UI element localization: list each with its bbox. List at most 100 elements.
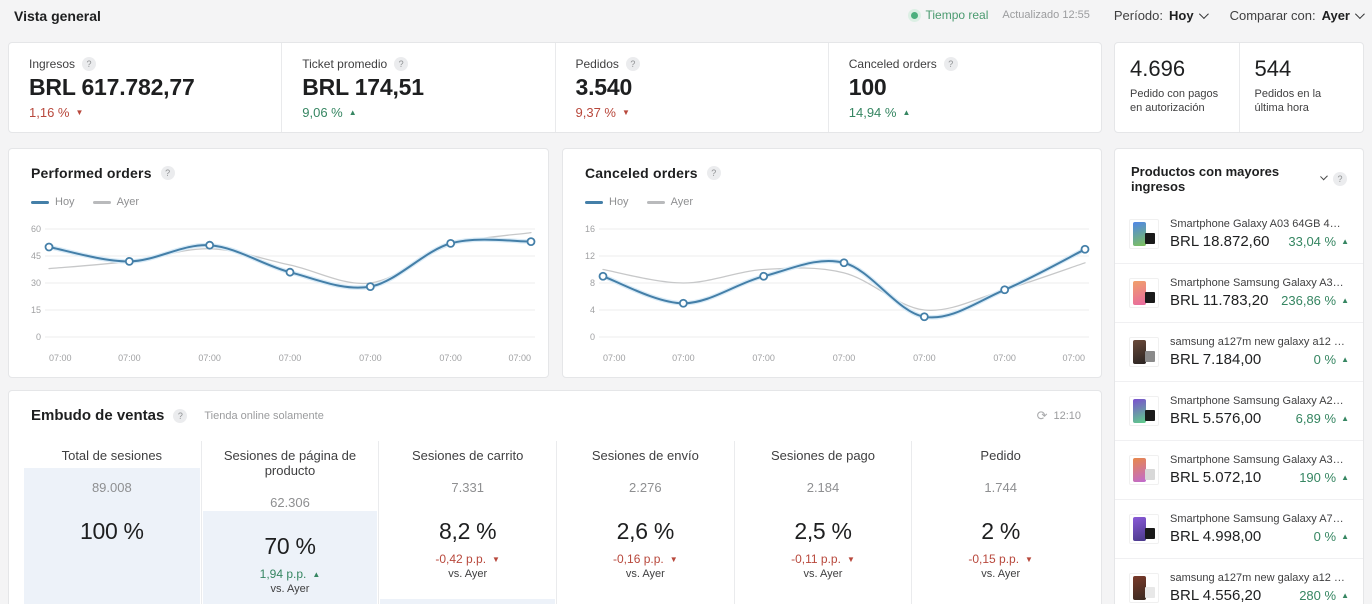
chart-legend: Hoy Ayer xyxy=(31,196,139,208)
product-text: Smartphone Samsung Galaxy A32 12…BRL 11.… xyxy=(1170,277,1349,309)
kpi-label: Pedidos xyxy=(576,57,619,71)
arrow-up-icon: ▲ xyxy=(1341,532,1349,541)
svg-text:07:00: 07:00 xyxy=(913,353,936,363)
funnel-step-delta: -0,11 p.p.▼ xyxy=(735,552,912,566)
legend-label: Ayer xyxy=(671,196,693,208)
arrow-down-icon: ▼ xyxy=(847,555,855,564)
help-icon[interactable]: ? xyxy=(944,57,958,71)
arrow-up-icon: ▲ xyxy=(349,108,357,117)
help-icon[interactable]: ? xyxy=(82,57,96,71)
sales-funnel-card: Embudo de ventas ? Tienda online solamen… xyxy=(8,390,1102,604)
arrow-up-icon: ▲ xyxy=(1341,237,1349,246)
product-delta: 190 %▲ xyxy=(1299,470,1349,485)
svg-text:4: 4 xyxy=(590,305,595,315)
svg-text:07:00: 07:00 xyxy=(752,353,775,363)
product-list-item[interactable]: Smartphone Samsung Galaxy A22 12…BRL 5.5… xyxy=(1115,381,1363,440)
kpi-canceled-orders: Canceled orders?10014,94 %▲ xyxy=(828,43,1101,132)
funnel-vs-label: vs. Ayer xyxy=(202,583,379,595)
performed-orders-line-chart: 01530456007:0007:0007:0007:0007:0007:000… xyxy=(19,221,539,371)
help-icon[interactable]: ? xyxy=(1333,172,1347,186)
product-list-item[interactable]: Smartphone Samsung Galaxy A32 12…BRL 11.… xyxy=(1115,263,1363,322)
legend-item-ayer[interactable]: Ayer xyxy=(93,196,139,208)
arrow-down-icon: ▼ xyxy=(622,108,630,117)
arrow-down-icon: ▼ xyxy=(670,555,678,564)
chevron-down-icon[interactable] xyxy=(1320,172,1328,180)
period-select[interactable]: Hoy xyxy=(1169,8,1206,23)
funnel-step-percentage: 2,5 % xyxy=(735,518,912,545)
product-delta: 0 %▲ xyxy=(1314,352,1349,367)
funnel-columns: Total de sesiones89.008100 % Sesiones de … xyxy=(23,441,1089,604)
product-delta-value: 6,89 % xyxy=(1296,411,1336,426)
legend-item-hoy[interactable]: Hoy xyxy=(585,196,629,208)
funnel-step-content: Pedido1.7442 %-0,15 p.p.▼vs. Ayer xyxy=(912,441,1089,580)
help-icon[interactable]: ? xyxy=(707,166,721,180)
product-thumbnail xyxy=(1129,396,1159,426)
svg-text:07:00: 07:00 xyxy=(118,353,141,363)
svg-text:45: 45 xyxy=(31,251,41,261)
svg-text:07:00: 07:00 xyxy=(508,353,531,363)
product-thumbnail xyxy=(1129,455,1159,485)
product-text: Smartphone Samsung Galaxy A32 12…BRL 5.0… xyxy=(1170,454,1349,486)
product-list-item[interactable]: samsung a127m new galaxy a12 64gb…BRL 7.… xyxy=(1115,322,1363,381)
kpi-delta-value: 14,94 % xyxy=(849,105,897,120)
product-list-item[interactable]: Smartphone Samsung Galaxy A32 12…BRL 5.0… xyxy=(1115,440,1363,499)
product-revenue: BRL 5.576,00 xyxy=(1170,410,1261,427)
legend-item-hoy[interactable]: Hoy xyxy=(31,196,75,208)
help-icon[interactable]: ? xyxy=(173,409,187,423)
product-list-item[interactable]: Smartphone Galaxy A03 64GB 4G Wi-…BRL 18… xyxy=(1115,204,1363,263)
funnel-vs-label: vs. Ayer xyxy=(912,568,1089,580)
svg-text:60: 60 xyxy=(31,224,41,234)
kpi-label: Ticket promedio xyxy=(302,57,387,71)
funnel-step: Sesiones de envío2.2762,6 %-0,16 p.p.▼vs… xyxy=(556,441,734,604)
product-list-item[interactable]: Smartphone Samsung Galaxy A72, C…BRL 4.9… xyxy=(1115,499,1363,558)
product-row: BRL 18.872,6033,04 %▲ xyxy=(1170,233,1349,250)
product-name: samsung a127m new galaxy a12 64gb… xyxy=(1170,572,1349,584)
product-text: Smartphone Galaxy A03 64GB 4G Wi-…BRL 18… xyxy=(1170,218,1349,250)
funnel-step-content: Total de sesiones89.008100 % xyxy=(23,441,201,545)
funnel-step-delta: -0,42 p.p.▼ xyxy=(379,552,556,566)
product-delta-value: 236,86 % xyxy=(1281,293,1336,308)
side-stat-label: Pedidos en la última hora xyxy=(1255,87,1349,115)
svg-text:07:00: 07:00 xyxy=(603,353,626,363)
kpi-value: 100 xyxy=(849,74,1081,101)
funnel-step-sessions: 89.008 xyxy=(23,480,201,495)
kpi-delta: 9,06 % ▲ xyxy=(302,105,534,120)
side-stats-card: 4.696Pedido con pagos en autorización544… xyxy=(1114,42,1364,133)
help-icon[interactable]: ? xyxy=(161,166,175,180)
product-name: Smartphone Samsung Galaxy A72, C… xyxy=(1170,513,1349,525)
arrow-up-icon: ▲ xyxy=(902,108,910,117)
chevron-down-icon xyxy=(1355,9,1365,19)
funnel-step-percentage: 8,2 % xyxy=(379,518,556,545)
legend-dash-icon xyxy=(93,201,111,204)
top-products-card: Productos con mayores ingresos ? Smartph… xyxy=(1114,148,1364,604)
compare-select[interactable]: Ayer xyxy=(1322,8,1362,23)
legend-dash-icon xyxy=(647,201,665,204)
funnel-step-sessions: 1.744 xyxy=(912,480,1089,495)
legend-item-ayer[interactable]: Ayer xyxy=(647,196,693,208)
arrow-down-icon: ▼ xyxy=(1025,555,1033,564)
help-icon[interactable]: ? xyxy=(394,57,408,71)
funnel-step: Pedido1.7442 %-0,15 p.p.▼vs. Ayer xyxy=(911,441,1089,604)
side-stat-value: 544 xyxy=(1255,56,1349,82)
product-accessory-icon xyxy=(1145,233,1155,244)
top-products-title: Productos con mayores ingresos xyxy=(1131,164,1312,194)
svg-text:0: 0 xyxy=(36,332,41,342)
chart-legend: Hoy Ayer xyxy=(585,196,693,208)
product-list-item[interactable]: samsung a127m new galaxy a12 64gb…BRL 4.… xyxy=(1115,558,1363,604)
realtime-label: Tiempo real xyxy=(925,8,988,22)
funnel-step: Total de sesiones89.008100 % xyxy=(23,441,201,604)
funnel-step-sessions: 7.331 xyxy=(379,480,556,495)
side-stat-label: Pedido con pagos en autorización xyxy=(1130,87,1224,115)
svg-text:8: 8 xyxy=(590,278,595,288)
performed-orders-chart-card: Performed orders ? HoyAyer 01530456007:0… xyxy=(8,148,549,378)
kpi-delta-value: 9,06 % xyxy=(302,105,342,120)
svg-text:15: 15 xyxy=(31,305,41,315)
funnel-vs-label: vs. Ayer xyxy=(735,568,912,580)
funnel-step: Sesiones de pago2.1842,5 %-0,11 p.p.▼vs.… xyxy=(734,441,912,604)
funnel-delta-value: 1,94 p.p. xyxy=(260,567,307,581)
help-icon[interactable]: ? xyxy=(626,57,640,71)
product-revenue: BRL 11.783,20 xyxy=(1170,292,1268,309)
funnel-refresh[interactable]: ⟳ 12:10 xyxy=(1037,408,1081,424)
product-accessory-icon xyxy=(1145,292,1155,303)
kpi-value: BRL 174,51 xyxy=(302,74,534,101)
